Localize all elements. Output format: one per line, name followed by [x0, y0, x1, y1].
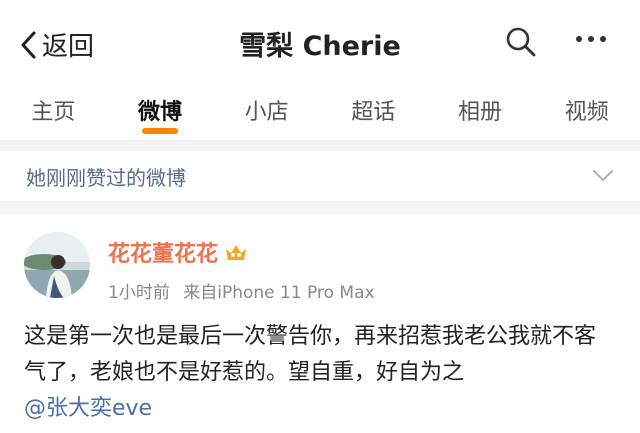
- tab-label: 主页: [31, 100, 76, 125]
- post-meta: 花花董花花 1小时前 来自iPhone 11 Pro Max: [108, 232, 375, 303]
- top-nav-bar: 返回 雪梨 Cherie: [0, 0, 640, 82]
- avatar-image: [24, 232, 90, 298]
- section-divider: [0, 202, 640, 214]
- profile-tabs: 主页 微博 小店 超话 相册 视频: [0, 82, 640, 141]
- mention-link[interactable]: @张大奕eve: [24, 391, 616, 427]
- tab-weibo[interactable]: 微博: [107, 82, 214, 140]
- liked-section-label: 她刚刚赞过的微博: [26, 165, 186, 190]
- avatar[interactable]: [24, 232, 90, 298]
- chevron-down-icon[interactable]: [592, 169, 614, 183]
- active-tab-indicator: [142, 128, 178, 134]
- post-time: 1小时前: [108, 283, 170, 303]
- tab-label: 微博: [138, 100, 183, 125]
- post-header: 花花董花花 1小时前 来自iPhone 11 Pro Max: [24, 232, 616, 303]
- search-button[interactable]: [505, 26, 537, 62]
- tab-label: 相册: [458, 100, 503, 125]
- author-name[interactable]: 花花董花花: [108, 236, 218, 268]
- post-source: 来自iPhone 11 Pro Max: [183, 283, 375, 303]
- tab-video[interactable]: 视频: [533, 82, 640, 140]
- tab-label: 超话: [351, 100, 396, 125]
- tab-label: 视频: [564, 100, 609, 125]
- section-divider: [0, 141, 640, 151]
- tab-album[interactable]: 相册: [427, 82, 534, 140]
- tab-super-topic[interactable]: 超话: [320, 82, 427, 140]
- tab-label: 小店: [244, 100, 289, 125]
- liked-weibo-section-header[interactable]: 她刚刚赞过的微博: [0, 151, 640, 202]
- tab-shop[interactable]: 小店: [213, 82, 320, 140]
- post-text: 这是第一次也是最后一次警告你，再来招惹我老公我就不客气了，老娘也不是好惹的。望自…: [24, 324, 597, 385]
- more-button[interactable]: [576, 36, 606, 42]
- vip-badge-icon: [226, 245, 247, 260]
- weibo-post: 花花董花花 1小时前 来自iPhone 11 Pro Max 这是第一次也是最后…: [0, 214, 640, 427]
- page-title: 雪梨 Cherie: [239, 31, 401, 62]
- tab-home[interactable]: 主页: [0, 82, 107, 140]
- more-icon: [576, 36, 582, 42]
- search-icon: [506, 27, 536, 57]
